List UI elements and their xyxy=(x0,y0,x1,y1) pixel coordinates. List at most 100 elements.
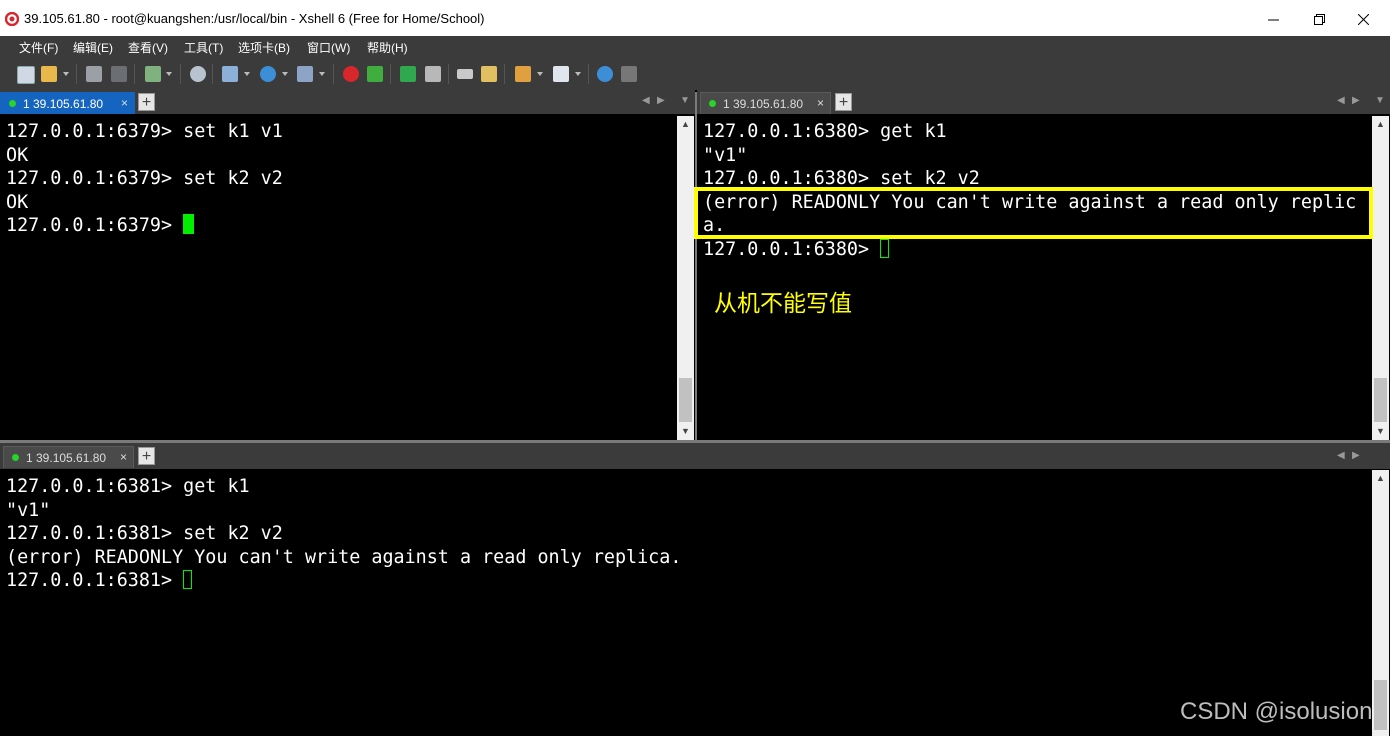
annotation-text: 从机不能写值 xyxy=(714,291,852,317)
chat-icon[interactable] xyxy=(621,66,637,82)
terminal-line: 127.0.0.1:6379> set k1 v1 xyxy=(6,121,283,142)
keyboard-icon[interactable] xyxy=(457,69,473,79)
help-icon[interactable] xyxy=(597,66,613,82)
scrollbar-top-left[interactable]: ▲ ▼ xyxy=(677,116,694,440)
close-tab-icon[interactable]: × xyxy=(817,96,824,110)
prompt: 127.0.0.1:6380> xyxy=(703,238,881,260)
layout-icon[interactable] xyxy=(553,66,569,82)
chevron-down-icon[interactable] xyxy=(575,72,581,76)
scroll-down-icon[interactable]: ▼ xyxy=(1372,423,1389,440)
toolbar xyxy=(0,58,1390,90)
terminal-line: 127.0.0.1:6381> set k2 v2 xyxy=(6,523,283,544)
scrollbar-top-right[interactable]: ▲ ▼ xyxy=(1372,116,1389,440)
script-icon[interactable] xyxy=(515,66,531,82)
toolbar-divider xyxy=(504,64,505,84)
scroll-up-icon[interactable]: ▲ xyxy=(1372,470,1389,487)
tab-label: 1 39.105.61.80 xyxy=(723,97,804,111)
chevron-down-icon[interactable] xyxy=(244,72,250,76)
status-dot-icon xyxy=(12,454,19,461)
toolbar-divider xyxy=(448,64,449,84)
scroll-thumb[interactable] xyxy=(1374,378,1387,422)
scroll-tabs-left-icon[interactable]: ◀ xyxy=(1337,450,1345,461)
scroll-up-icon[interactable]: ▲ xyxy=(1372,116,1389,133)
terminal-line: OK xyxy=(6,144,29,166)
tab-menu-icon[interactable]: ▼ xyxy=(1375,95,1385,106)
toolbar-divider xyxy=(76,64,77,84)
toolbar-divider xyxy=(180,64,181,84)
close-window-button[interactable] xyxy=(1340,6,1386,32)
tab-session-6379[interactable]: 1 39.105.61.80 × xyxy=(0,92,135,114)
scrollbar-bottom[interactable]: ▲ xyxy=(1372,470,1389,736)
scroll-tabs-right-icon[interactable]: ▶ xyxy=(1352,95,1360,106)
minimize-button[interactable] xyxy=(1250,6,1296,32)
cursor xyxy=(183,214,195,234)
xshell-logo-icon xyxy=(5,12,19,26)
add-tab-button[interactable]: + xyxy=(835,93,852,111)
cursor xyxy=(183,570,193,589)
lock-icon[interactable] xyxy=(425,66,441,82)
terminal-prompt-line: 127.0.0.1:6379> xyxy=(6,214,195,238)
menu-view[interactable]: 查看(V) xyxy=(128,39,168,56)
tab-strip-top-right: 1 39.105.61.80 × + ◀ ▶ ▼ xyxy=(697,90,1390,114)
scroll-thumb[interactable] xyxy=(679,378,692,422)
window-title: 39.105.61.80 - root@kuangshen:/usr/local… xyxy=(24,11,485,26)
chevron-down-icon[interactable] xyxy=(63,72,69,76)
xshell-icon[interactable] xyxy=(343,66,359,82)
menu-edit[interactable]: 编辑(E) xyxy=(73,39,113,56)
add-tab-button[interactable]: + xyxy=(138,93,155,111)
terminal-prompt-line: 127.0.0.1:6380> xyxy=(703,238,890,262)
chevron-down-icon[interactable] xyxy=(166,72,172,76)
toolbar-divider xyxy=(390,64,391,84)
compose-icon[interactable] xyxy=(481,66,497,82)
prompt: 127.0.0.1:6379> xyxy=(6,215,184,236)
terminal-line: OK xyxy=(6,191,29,213)
scroll-down-icon[interactable]: ▼ xyxy=(677,423,694,440)
chevron-down-icon[interactable] xyxy=(319,72,325,76)
scroll-tabs-left-icon[interactable]: ◀ xyxy=(642,95,650,106)
toolbar-divider xyxy=(333,64,334,84)
chevron-down-icon[interactable] xyxy=(282,72,288,76)
maximize-button[interactable] xyxy=(1296,6,1342,32)
open-folder-icon[interactable] xyxy=(41,66,57,82)
menu-file[interactable]: 文件(F) xyxy=(19,39,58,56)
tab-label: 1 39.105.61.80 xyxy=(26,451,107,465)
menu-window[interactable]: 窗口(W) xyxy=(307,39,350,56)
menu-tabs[interactable]: 选项卡(B) xyxy=(238,39,290,56)
terminal-6379[interactable]: 127.0.0.1:6379> set k1 v1 OK 127.0.0.1:6… xyxy=(0,116,677,440)
new-session-icon[interactable] xyxy=(17,66,35,84)
scroll-tabs-right-icon[interactable]: ▶ xyxy=(657,95,665,106)
tab-session-6380[interactable]: 1 39.105.61.80 × xyxy=(700,92,831,114)
terminal-6380[interactable]: 127.0.0.1:6380> get k1 "v1" 127.0.0.1:63… xyxy=(697,116,1372,440)
chevron-down-icon[interactable] xyxy=(537,72,543,76)
find-icon[interactable] xyxy=(190,66,206,82)
globe-icon[interactable] xyxy=(260,66,276,82)
scroll-thumb[interactable] xyxy=(1374,680,1387,730)
tab-session-6381[interactable]: 1 39.105.61.80 × xyxy=(3,446,134,468)
menu-help[interactable]: 帮助(H) xyxy=(367,39,408,56)
status-dot-icon xyxy=(709,100,716,107)
status-dot-icon xyxy=(9,100,16,107)
scroll-tabs-right-icon[interactable]: ▶ xyxy=(1352,450,1360,461)
scroll-tabs-left-icon[interactable]: ◀ xyxy=(1337,95,1345,106)
font-icon[interactable] xyxy=(297,66,313,82)
menu-tools[interactable]: 工具(T) xyxy=(184,39,223,56)
terminal-line: "v1" xyxy=(703,144,748,166)
disconnect-icon[interactable] xyxy=(111,66,127,82)
new-window-icon[interactable] xyxy=(145,66,161,82)
tab-strip-top-left: 1 39.105.61.80 × + ◀ ▶ ▼ xyxy=(0,90,695,114)
terminal-line: "v1" xyxy=(6,499,51,521)
fullscreen-icon[interactable] xyxy=(400,66,416,82)
xftp-icon[interactable] xyxy=(367,66,383,82)
minimize-icon xyxy=(1267,19,1279,20)
scroll-up-icon[interactable]: ▲ xyxy=(677,116,694,133)
terminal-6381[interactable]: 127.0.0.1:6381> get k1 "v1" 127.0.0.1:63… xyxy=(0,470,1372,736)
error-highlight-box xyxy=(694,187,1373,239)
tab-strip-bottom: 1 39.105.61.80 × + ◀ ▶ xyxy=(0,443,1390,469)
connect-icon[interactable] xyxy=(86,66,102,82)
close-tab-icon[interactable]: × xyxy=(121,96,128,110)
add-tab-button[interactable]: + xyxy=(138,447,155,465)
close-icon xyxy=(1357,13,1369,25)
tab-menu-icon[interactable]: ▼ xyxy=(680,95,690,106)
close-tab-icon[interactable]: × xyxy=(120,450,127,464)
properties-icon[interactable] xyxy=(222,66,238,82)
